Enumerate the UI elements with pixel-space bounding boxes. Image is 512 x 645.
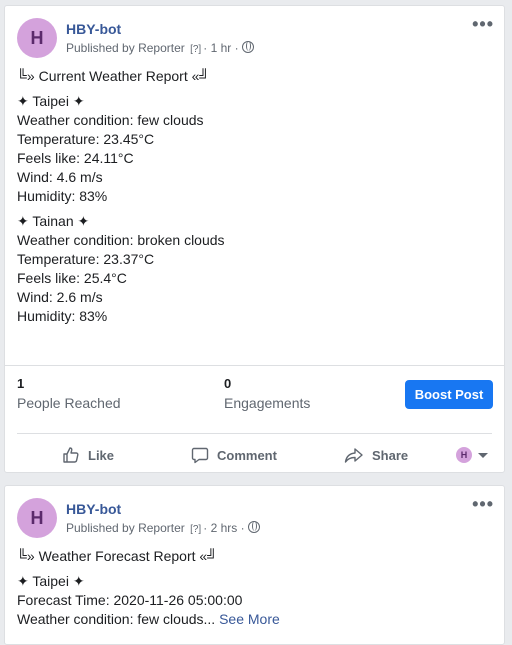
page-avatar: H	[456, 447, 472, 463]
meta-separator: ·	[203, 41, 208, 55]
share-button[interactable]: Share	[344, 444, 408, 466]
condition-text: Weather condition: few clouds...	[17, 611, 216, 627]
thumbs-up-icon	[63, 447, 79, 463]
wind: Wind: 2.6 m/s	[17, 289, 103, 305]
post-meta: Published by Reporter [?] · 1 hr ·	[66, 41, 254, 55]
feels-like: Feels like: 25.4°C	[17, 270, 127, 286]
meta-separator: ·	[203, 521, 208, 535]
temperature: Temperature: 23.45°C	[17, 131, 155, 147]
share-icon	[344, 448, 363, 463]
humidity: Humidity: 83%	[17, 308, 108, 324]
like-button[interactable]: Like	[62, 444, 114, 466]
author-name[interactable]: HBY-bot	[66, 501, 121, 517]
help-icon[interactable]: [?]	[190, 524, 201, 535]
post-insights: 1 People Reached 0 Engagements Boost Pos…	[5, 365, 504, 418]
weather-condition: Weather condition: few clouds	[17, 112, 204, 128]
post-as-selector[interactable]: H	[456, 444, 488, 466]
chevron-down-icon	[478, 452, 488, 458]
wind: Wind: 4.6 m/s	[17, 169, 103, 185]
forecast-time: Forecast Time: 2020-11-26 05:00:00	[17, 592, 243, 608]
city-block-taipei: ✦ Taipei ✦ Weather condition: few clouds…	[17, 92, 225, 206]
boost-post-button[interactable]: Boost Post	[405, 380, 493, 409]
post-time[interactable]: 2 hrs	[211, 521, 238, 535]
published-by-text: Published by	[66, 41, 135, 55]
post-card: H HBY-bot Published by Reporter [?] · 1 h…	[4, 5, 505, 473]
engagements-label: Engagements	[224, 395, 311, 411]
reporter-link[interactable]: Reporter	[138, 41, 185, 55]
weather-condition-preview: Weather condition: few clouds... See Mor…	[17, 610, 280, 629]
post-time[interactable]: 1 hr	[211, 41, 232, 55]
avatar[interactable]: H	[17, 498, 57, 538]
help-icon[interactable]: [?]	[190, 44, 201, 55]
reporter-link[interactable]: Reporter	[138, 521, 185, 535]
post-body: ╚» Weather Forecast Report «╝ ✦ Taipei ✦…	[17, 547, 280, 629]
city-block-tainan: ✦ Tainan ✦ Weather condition: broken clo…	[17, 212, 225, 326]
avatar[interactable]: H	[17, 18, 57, 58]
comment-icon	[191, 447, 209, 464]
report-title: ╚» Current Weather Report «╝	[17, 68, 210, 84]
post-meta: Published by Reporter [?] · 2 hrs ·	[66, 521, 260, 535]
author-name[interactable]: HBY-bot	[66, 21, 121, 37]
see-more-link[interactable]: See More	[219, 611, 280, 627]
temperature: Temperature: 23.37°C	[17, 251, 155, 267]
feels-like: Feels like: 24.11°C	[17, 150, 134, 166]
engagements-value: 0	[224, 376, 232, 391]
post-card: H HBY-bot Published by Reporter [?] · 2 h…	[4, 485, 505, 645]
people-reached-value: 1	[17, 376, 25, 391]
more-options-icon[interactable]: •••	[472, 494, 494, 515]
humidity: Humidity: 83%	[17, 188, 108, 204]
share-label: Share	[372, 447, 409, 463]
people-reached-stat[interactable]: 1 People Reached	[17, 376, 121, 411]
report-title-block: ╚» Current Weather Report «╝	[17, 67, 225, 86]
published-by-text: Published by	[66, 521, 135, 535]
city-name: ✦ Taipei ✦	[17, 573, 85, 589]
people-reached-label: People Reached	[17, 395, 121, 411]
comment-button[interactable]: Comment	[191, 444, 277, 466]
report-title: ╚» Weather Forecast Report «╝	[17, 548, 218, 564]
comment-label: Comment	[217, 447, 277, 463]
city-name: ✦ Taipei ✦	[17, 93, 85, 109]
post-actions-bar: Like Comment Share H	[17, 433, 492, 474]
engagements-stat[interactable]: 0 Engagements	[224, 376, 310, 411]
city-name: ✦ Tainan ✦	[17, 213, 90, 229]
more-options-icon[interactable]: •••	[472, 14, 494, 35]
post-body: ╚» Current Weather Report «╝ ✦ Taipei ✦ …	[17, 67, 225, 332]
report-title-block: ╚» Weather Forecast Report «╝	[17, 547, 280, 566]
like-label: Like	[88, 447, 115, 463]
meta-separator-2: ·	[234, 41, 239, 55]
globe-icon	[247, 521, 260, 533]
weather-condition: Weather condition: broken clouds	[17, 232, 225, 248]
meta-separator-2: ·	[240, 521, 245, 535]
globe-icon	[241, 41, 254, 53]
